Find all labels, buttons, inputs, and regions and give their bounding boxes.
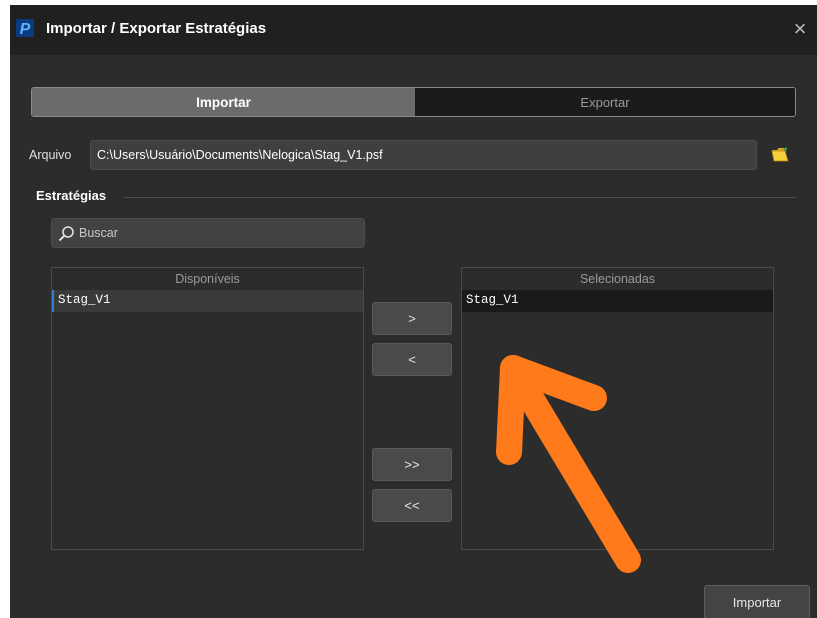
- search-input[interactable]: Buscar: [51, 218, 365, 248]
- folder-open-icon[interactable]: [771, 146, 789, 163]
- search-placeholder: Buscar: [79, 226, 118, 240]
- title-bar: P Importar / Exportar Estratégias ×: [10, 5, 817, 55]
- tab-importar[interactable]: Importar: [32, 88, 415, 116]
- list-item[interactable]: Stag_V1: [462, 290, 773, 312]
- close-button[interactable]: ×: [789, 17, 811, 41]
- list-item[interactable]: Stag_V1: [52, 290, 363, 312]
- import-button[interactable]: Importar: [704, 585, 810, 618]
- tab-exportar[interactable]: Exportar: [415, 88, 795, 116]
- remove-button[interactable]: <: [372, 343, 452, 376]
- selected-list-header: Selecionadas: [579, 272, 656, 286]
- strategies-section-title: Estratégias: [36, 188, 107, 203]
- file-path-input[interactable]: [90, 140, 757, 170]
- app-logo-icon: P: [16, 19, 34, 37]
- available-list-header: Disponíveis: [175, 272, 240, 286]
- svg-text:P: P: [20, 21, 31, 37]
- close-icon: ×: [793, 16, 807, 41]
- remove-all-button[interactable]: <<: [372, 489, 452, 522]
- import-export-dialog: P Importar / Exportar Estratégias × Impo…: [10, 5, 817, 618]
- search-icon: [58, 225, 74, 241]
- window-title: Importar / Exportar Estratégias: [46, 20, 267, 37]
- available-list: Disponíveis Stag_V1: [51, 267, 364, 550]
- selected-list: Selecionadas Stag_V1: [461, 267, 774, 550]
- section-divider: [124, 197, 796, 198]
- add-button[interactable]: >: [372, 302, 452, 335]
- add-all-button[interactable]: >>: [372, 448, 452, 481]
- file-label: Arquivo: [29, 148, 72, 162]
- mode-tabs: Importar Exportar: [31, 87, 796, 117]
